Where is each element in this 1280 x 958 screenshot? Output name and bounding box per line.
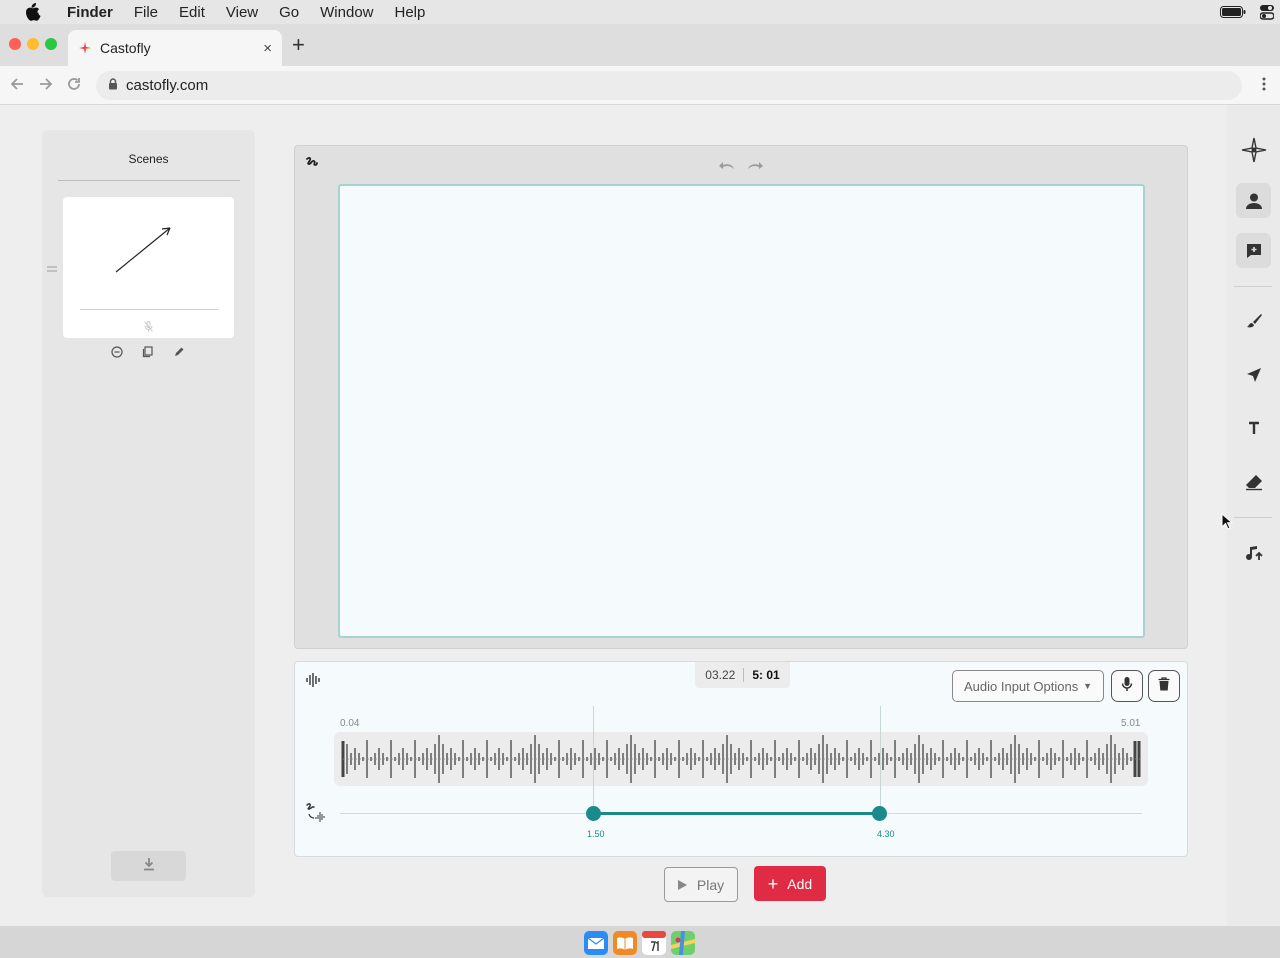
calendar-icon[interactable]: [642, 931, 666, 955]
lock-icon: [108, 77, 118, 94]
brush-icon[interactable]: [1236, 303, 1271, 338]
audio-input-select[interactable]: Audio Input Options ▼: [952, 670, 1104, 702]
castofly-app: Scenes 03.22 5: 01 Audio Input Options ▼…: [0, 105, 1280, 926]
trim-start-handle[interactable]: [585, 806, 601, 821]
redo-icon[interactable]: [746, 158, 764, 176]
castofly-logo-icon[interactable]: [1236, 132, 1271, 167]
waveform-bars: [341, 735, 1141, 783]
trim-start-guide: [593, 706, 595, 812]
books-icon[interactable]: [613, 931, 637, 955]
control-center-icon[interactable]: [1260, 4, 1274, 20]
drawing-canvas[interactable]: [338, 184, 1145, 638]
audio-input-label: Audio Input Options: [964, 678, 1079, 694]
plus-icon: +: [767, 873, 779, 894]
window-close-button[interactable]: [9, 38, 21, 50]
back-icon[interactable]: [9, 76, 25, 97]
avatar-icon[interactable]: [1236, 183, 1271, 218]
menu-file[interactable]: File: [134, 4, 158, 21]
add-button[interactable]: + Add: [754, 866, 826, 901]
trash-icon: [1158, 676, 1170, 696]
download-icon: [143, 857, 155, 876]
delete-audio-button[interactable]: [1148, 670, 1180, 702]
arrow-drawing: [115, 227, 171, 273]
waveform-icon: [305, 672, 321, 693]
trim-start-label: 1.50: [587, 829, 605, 839]
castofly-logo-mark-icon: [304, 155, 320, 176]
scenes-panel: Scenes: [42, 130, 255, 897]
window-minimize-button[interactable]: [27, 38, 39, 50]
pointer-icon[interactable]: [1236, 357, 1271, 392]
text-icon[interactable]: [1236, 410, 1271, 445]
current-time: 03.22: [705, 668, 745, 682]
chevron-down-icon: ▼: [1083, 681, 1092, 691]
remove-scene-icon[interactable]: [110, 346, 124, 361]
url-text: castofly.com: [126, 77, 209, 94]
scene-card-divider: [80, 309, 218, 310]
battery-icon[interactable]: [1220, 6, 1246, 18]
scene-thumbnail[interactable]: [63, 197, 234, 338]
trim-range: [593, 812, 880, 815]
trim-end-label: 4.30: [877, 829, 895, 839]
edit-scene-icon[interactable]: [172, 346, 186, 361]
wave-end-label: 5.01: [1121, 718, 1141, 729]
menu-edit[interactable]: Edit: [179, 4, 205, 21]
total-time: 5: 01: [752, 668, 780, 682]
menu-app-name[interactable]: Finder: [67, 4, 113, 21]
tab-title: Castofly: [100, 40, 151, 56]
menu-go[interactable]: Go: [279, 4, 299, 21]
scene-actions: [110, 346, 186, 361]
time-display: 03.22 5: 01: [695, 662, 790, 688]
tools-divider-2: [1234, 517, 1272, 518]
audio-waveform[interactable]: [334, 732, 1148, 786]
mic-icon: [1121, 676, 1133, 697]
browser-tab[interactable]: Castofly ×: [68, 30, 282, 66]
record-mic-button[interactable]: [1111, 670, 1143, 702]
new-tab-button[interactable]: +: [292, 34, 305, 56]
add-label: Add: [787, 875, 813, 892]
mac-menubar: Finder File Edit View Go Window Help: [0, 0, 1280, 24]
sync-audio-icon[interactable]: [304, 801, 328, 828]
browser-menu-icon[interactable]: [1262, 76, 1266, 97]
menu-window[interactable]: Window: [320, 4, 373, 21]
wave-start-label: 0.04: [340, 718, 360, 729]
tools-sidebar: [1227, 105, 1280, 926]
undo-icon[interactable]: [718, 158, 736, 176]
mac-dock: [0, 926, 1280, 958]
reload-icon[interactable]: [66, 76, 82, 97]
apple-icon[interactable]: [25, 3, 45, 21]
address-bar[interactable]: castofly.com: [96, 71, 1242, 100]
menu-view[interactable]: View: [226, 4, 258, 21]
play-label: Play: [696, 876, 725, 893]
trim-end-guide: [879, 706, 881, 812]
music-icon[interactable]: [1236, 535, 1271, 570]
mail-icon[interactable]: [584, 931, 608, 955]
play-icon: [677, 877, 687, 893]
maps-icon[interactable]: [671, 931, 695, 955]
comment-icon[interactable]: [1236, 233, 1271, 268]
drag-handle-icon[interactable]: [47, 264, 57, 275]
scenes-divider: [58, 180, 240, 181]
tools-divider: [1234, 286, 1272, 287]
browser-toolbar: castofly.com: [0, 66, 1280, 105]
tab-close-icon[interactable]: ×: [263, 40, 272, 57]
castofly-favicon-icon: [78, 41, 92, 55]
duplicate-scene-icon[interactable]: [141, 346, 155, 361]
audio-panel: 03.22 5: 01 Audio Input Options ▼ 0.04 5…: [294, 661, 1188, 857]
canvas-container: [294, 145, 1188, 649]
trim-end-handle[interactable]: [872, 806, 888, 821]
play-button[interactable]: Play: [664, 867, 738, 902]
eraser-icon[interactable]: [1236, 464, 1271, 499]
forward-icon[interactable]: [38, 76, 54, 97]
download-button[interactable]: [111, 851, 186, 881]
menu-help[interactable]: Help: [395, 4, 426, 21]
window-zoom-button[interactable]: [45, 38, 57, 50]
mic-off-icon: [144, 319, 153, 337]
scenes-title: Scenes: [128, 152, 169, 166]
browser-tabstrip: Castofly × +: [0, 24, 1280, 66]
mouse-cursor-icon: [1221, 512, 1234, 536]
